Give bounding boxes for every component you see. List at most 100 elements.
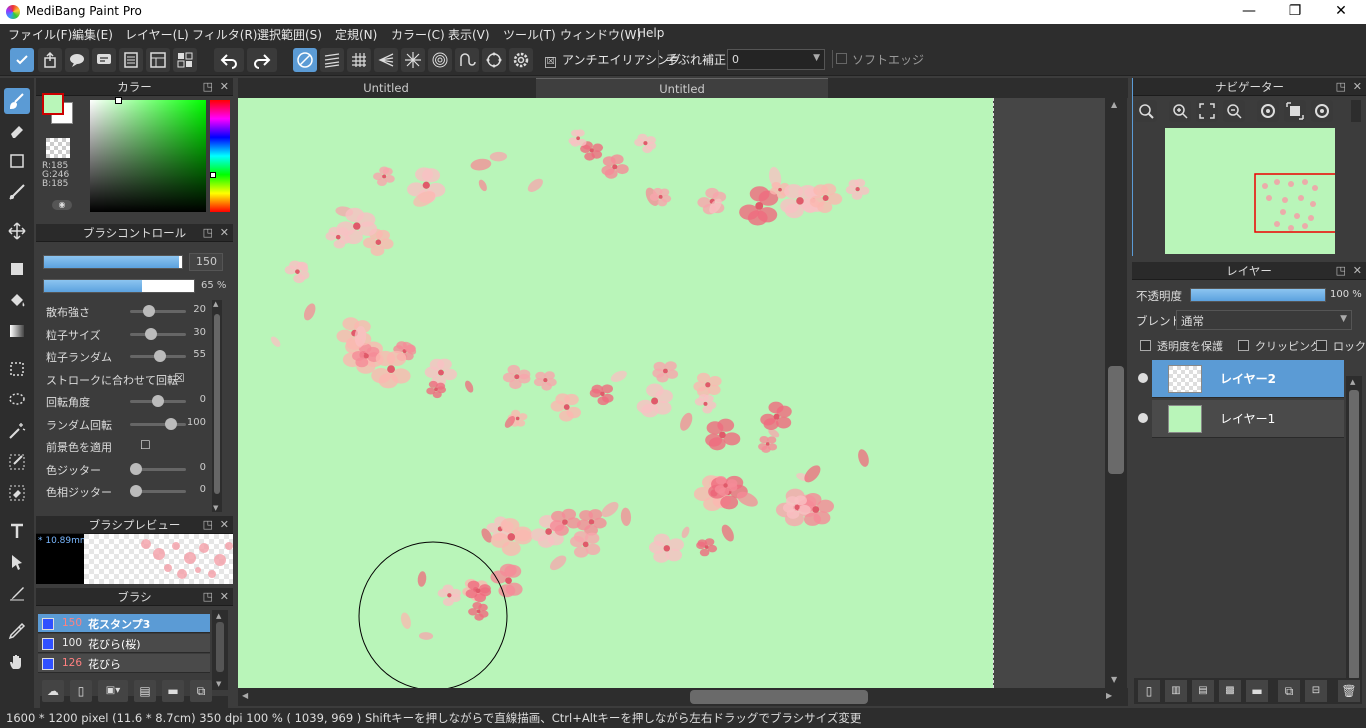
- scroll-up-icon[interactable]: ▲: [216, 612, 221, 620]
- scroll-down-icon[interactable]: ▼: [213, 504, 218, 512]
- brush-param-slider[interactable]: [130, 332, 186, 336]
- lock-checkbox[interactable]: [1316, 340, 1327, 354]
- canvas-horizontal-scrollbar[interactable]: ◀ ▶: [238, 688, 1128, 706]
- brush-tool-icon[interactable]: [4, 88, 30, 114]
- duplicate-layer-icon[interactable]: ⧉: [1278, 680, 1300, 702]
- zoom-out-icon[interactable]: [1223, 100, 1245, 122]
- brush-folder-icon[interactable]: ▬: [162, 680, 184, 702]
- close-icon[interactable]: ✕: [220, 224, 229, 242]
- layer-row[interactable]: レイヤー2: [1134, 360, 1344, 398]
- params-scrollbar[interactable]: ▲ ▼: [212, 300, 222, 512]
- undock-icon[interactable]: ◳: [1336, 78, 1346, 96]
- zoom-fit-icon[interactable]: [1135, 100, 1157, 122]
- panel-layout-icon[interactable]: [173, 48, 197, 72]
- layer-opacity-slider[interactable]: [1190, 288, 1326, 302]
- hand-tool-icon[interactable]: [4, 649, 30, 675]
- tab-untitled-1[interactable]: Untitled: [238, 78, 534, 98]
- move-tool-icon[interactable]: [4, 218, 30, 244]
- clipping-checkbox[interactable]: [1238, 340, 1249, 354]
- protect-alpha-checkbox[interactable]: [1140, 340, 1151, 354]
- transparent-color-swatch[interactable]: [46, 138, 70, 158]
- brush-list-item[interactable]: 126 花びら: [38, 654, 210, 673]
- select-eraser-tool-icon[interactable]: [4, 480, 30, 506]
- bucket-tool-icon[interactable]: [4, 287, 30, 313]
- maximize-button[interactable]: ❐: [1272, 0, 1318, 24]
- brush-size-slider[interactable]: [43, 255, 183, 269]
- operation-tool-icon[interactable]: [4, 549, 30, 575]
- layer-row[interactable]: レイヤー1: [1134, 400, 1344, 438]
- merge-layer-icon[interactable]: ⊟: [1305, 680, 1327, 702]
- gradient-tool-icon[interactable]: [4, 318, 30, 344]
- radial-snap-icon[interactable]: [401, 48, 425, 72]
- parallel-snap-icon[interactable]: [320, 48, 344, 72]
- duplicate-brush-icon[interactable]: ⧉: [190, 680, 212, 702]
- menu-window[interactable]: ウィンドウ(W): [560, 26, 641, 43]
- layer-list-scrollbar-thumb[interactable]: [1349, 390, 1359, 680]
- brush-param-slider-knob[interactable]: [154, 350, 167, 362]
- menu-ruler[interactable]: 定規(N): [335, 26, 377, 43]
- menu-edit[interactable]: 編集(E): [72, 26, 113, 43]
- menu-view[interactable]: 表示(V): [448, 26, 490, 43]
- brush-param-slider-knob[interactable]: [130, 462, 142, 475]
- stabilizer-select[interactable]: 0 ▼: [727, 49, 825, 70]
- close-button[interactable]: ✕: [1318, 0, 1364, 24]
- curve-snap-icon[interactable]: [455, 48, 479, 72]
- navigator-thumbnail[interactable]: [1165, 128, 1344, 254]
- color-mode-toggle[interactable]: ◉: [52, 200, 72, 210]
- params-scrollbar-thumb[interactable]: [214, 314, 220, 494]
- rotate-right-icon[interactable]: [1311, 100, 1333, 122]
- lasso-select-tool-icon[interactable]: [4, 387, 30, 413]
- undock-icon[interactable]: ◳: [203, 516, 213, 534]
- delete-layer-icon[interactable]: 🗑: [1338, 680, 1360, 702]
- minimize-button[interactable]: —: [1226, 0, 1272, 24]
- redo-icon[interactable]: [247, 48, 277, 72]
- menu-help[interactable]: Help: [637, 26, 664, 40]
- new-halftone-layer-icon[interactable]: ▥: [1165, 680, 1187, 702]
- cloud-save-icon[interactable]: [10, 48, 34, 72]
- new-brush-icon[interactable]: ▯: [70, 680, 92, 702]
- text-tool-icon[interactable]: [4, 518, 30, 544]
- antialias-checkbox[interactable]: ☒: [545, 53, 556, 68]
- undock-icon[interactable]: ◳: [203, 78, 213, 96]
- rotate-left-icon[interactable]: [1257, 100, 1279, 122]
- document-icon[interactable]: [119, 48, 143, 72]
- concentric-snap-icon[interactable]: [428, 48, 452, 72]
- share-icon[interactable]: [38, 48, 62, 72]
- brush-list-scrollbar-thumb[interactable]: [216, 622, 224, 672]
- undock-icon[interactable]: ◳: [1336, 262, 1346, 280]
- eraser-tool-icon[interactable]: [4, 118, 30, 144]
- perspective-snap-icon[interactable]: [374, 48, 398, 72]
- rect-select-tool-icon[interactable]: [4, 356, 30, 382]
- scroll-up-icon[interactable]: ▲: [213, 300, 218, 308]
- menu-file[interactable]: ファイル(F): [8, 26, 72, 43]
- fit-screen-icon[interactable]: [1196, 100, 1218, 122]
- brush-param-checkbox[interactable]: ☐: [140, 438, 151, 452]
- close-icon[interactable]: ✕: [220, 516, 229, 534]
- saturation-value-picker[interactable]: [90, 100, 206, 212]
- undock-icon[interactable]: ◳: [203, 224, 213, 242]
- hue-slider[interactable]: [210, 100, 230, 212]
- new-1bit-layer-icon[interactable]: ▩: [1219, 680, 1241, 702]
- canvas-vertical-scrollbar[interactable]: ▲ ▼: [1105, 98, 1127, 688]
- brush-add-menu-icon[interactable]: ▣▾: [98, 680, 128, 702]
- drawing-canvas[interactable]: [238, 98, 993, 688]
- brush-param-slider-knob[interactable]: [143, 305, 156, 317]
- menu-filter[interactable]: フィルタ(R): [192, 26, 257, 43]
- foreground-color-swatch[interactable]: [42, 93, 64, 115]
- navigator-scroll[interactable]: [1351, 100, 1361, 122]
- brush-list-scrollbar[interactable]: ▲ ▼: [212, 610, 228, 690]
- select-pen-tool-icon[interactable]: [4, 449, 30, 475]
- brush-param-slider-knob[interactable]: [145, 327, 158, 340]
- flip-icon[interactable]: [1284, 100, 1306, 122]
- brush-list-item[interactable]: 150 花スタンプ3: [38, 614, 210, 633]
- magic-wand-tool-icon[interactable]: [4, 418, 30, 444]
- menu-color[interactable]: カラー(C): [391, 26, 445, 43]
- menu-tool[interactable]: ツール(T): [503, 26, 556, 43]
- new-8bit-layer-icon[interactable]: ▤: [1192, 680, 1214, 702]
- layer-visibility-toggle[interactable]: [1134, 400, 1152, 438]
- comment-icon[interactable]: [92, 48, 116, 72]
- zoom-in-icon[interactable]: [1169, 100, 1191, 122]
- ellipse-snap-icon[interactable]: [482, 48, 506, 72]
- brush-param-checkbox[interactable]: ☒: [174, 371, 185, 385]
- scroll-right-icon[interactable]: ▶: [1106, 691, 1112, 700]
